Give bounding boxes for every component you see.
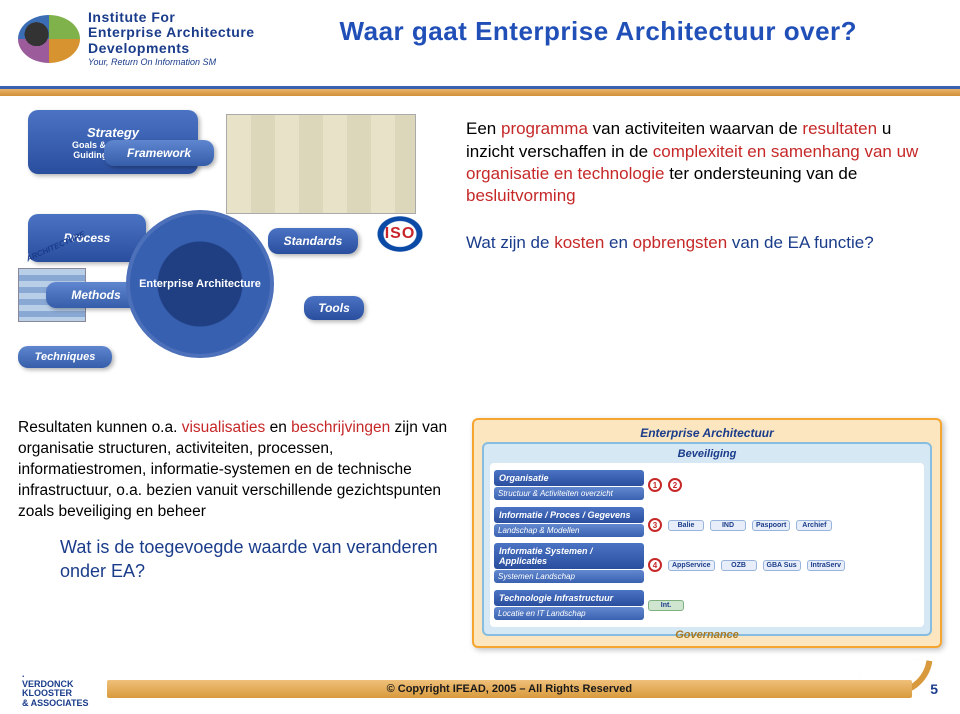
row-tech: Technologie Infrastructuur Locatie en IT…	[494, 590, 644, 620]
beveiliging-title: Beveiliging	[490, 448, 924, 460]
title-wrap: Waar gaat Enterprise Architectuur over?	[255, 10, 942, 47]
res-a: Resultaten kunnen o.a.	[18, 419, 182, 436]
row-info: Informatie / Proces / Gegevens Landschap…	[494, 507, 644, 537]
right-cells: 1 2 3 Balie IND Paspoort Archief 4 A	[648, 467, 920, 623]
lower-content: Resultaten kunnen o.a. visualisaties en …	[0, 418, 960, 648]
box-int: Int.	[648, 600, 684, 611]
institute-line3: Developments	[88, 41, 255, 56]
row-org: Organisatie Structuur & Activiteiten ove…	[494, 470, 644, 500]
box-ind: IND	[710, 520, 746, 531]
p1-a: Een	[466, 119, 501, 138]
standards-label: Standards	[284, 234, 343, 248]
vka-logo: . VERDONCK KLOOSTER & ASSOCIATES	[22, 670, 89, 708]
framework-box: Framework	[104, 140, 214, 166]
title-underline-bar	[0, 86, 960, 96]
description-text: Een programma van activiteiten waarvan d…	[458, 96, 960, 410]
iso-badge-icon: ISO	[372, 212, 428, 256]
box-gba: GBA Sus	[763, 560, 801, 571]
iso-label: ISO	[385, 225, 416, 243]
footer: . VERDONCK KLOOSTER & ASSOCIATES © Copyr…	[0, 670, 960, 708]
ea-process-diagram: Strategy Goals & Objectives Guiding Prin…	[18, 110, 448, 410]
ea-frame: Enterprise Architectuur Beveiliging Orga…	[472, 418, 942, 648]
p1-d-red: resultaten	[802, 119, 877, 138]
page-title: Waar gaat Enterprise Architectuur over?	[255, 16, 942, 47]
tech-sublabel: Locatie en IT Landschap	[494, 607, 644, 620]
box-appservice: AppService	[668, 560, 715, 571]
strategy-label: Strategy	[87, 125, 139, 140]
results-text: Resultaten kunnen o.a. visualisaties en …	[18, 418, 458, 648]
box-ozb: OZB	[721, 560, 757, 571]
box-archief: Archief	[796, 520, 832, 531]
header: Institute For Enterprise Architecture De…	[0, 0, 960, 72]
techniques-box: Techniques	[18, 346, 112, 368]
res-d-red: beschrijvingen	[291, 419, 390, 436]
paragraph-2: Wat zijn de kosten en opbrengsten van de…	[466, 232, 934, 254]
layered-architecture-diagram: Enterprise Architectuur Beveiliging Orga…	[472, 418, 942, 648]
tools-label: Tools	[318, 301, 350, 315]
cell-row-2: 3 Balie IND Paspoort Archief	[648, 513, 920, 537]
p2-c: en	[604, 233, 632, 252]
ea-center-label: Enterprise Architecture	[139, 278, 261, 290]
page-number: 5	[930, 681, 938, 697]
box-balie: Balie	[668, 520, 704, 531]
institute-logo-icon	[18, 15, 80, 63]
beveiliging-frame: Beveiliging Organisatie Structuur & Acti…	[482, 442, 932, 636]
copyright-bar: © Copyright IFEAD, 2005 – All Rights Res…	[107, 680, 913, 698]
row-labels: Organisatie Structuur & Activiteiten ove…	[494, 467, 644, 623]
org-sublabel: Structuur & Activiteiten overzicht	[494, 487, 644, 500]
institute-line2: Enterprise Architecture	[88, 25, 255, 40]
row-sys: Informatie Systemen / Applicaties System…	[494, 543, 644, 583]
framework-label: Framework	[127, 146, 191, 160]
p1-c: van activiteiten waarvan de	[588, 119, 803, 138]
framework-matrix-icon	[226, 114, 416, 214]
p1-h-red: besluitvorming	[466, 186, 576, 205]
p2-e: van de EA functie?	[727, 233, 874, 252]
sys-label: Informatie Systemen / Applicaties	[494, 543, 644, 569]
results-paragraph: Resultaten kunnen o.a. visualisaties en …	[18, 418, 458, 523]
techniques-label: Techniques	[35, 351, 96, 363]
upper-content: Strategy Goals & Objectives Guiding Prin…	[0, 96, 960, 410]
p2-d-red: opbrengsten	[633, 233, 728, 252]
inner-white: Organisatie Structuur & Activiteiten ove…	[490, 463, 924, 627]
institute-text: Institute For Enterprise Architecture De…	[88, 10, 255, 68]
box-intraserv: IntraServ	[807, 560, 845, 571]
institute-tagline: Your, Return On Information SM	[88, 58, 255, 68]
tools-box: Tools	[304, 296, 364, 320]
vka-line3: & ASSOCIATES	[22, 698, 89, 708]
institute-line1: Institute For	[88, 10, 255, 25]
badge-3: 3	[648, 518, 662, 532]
ea-circle: Enterprise Architecture	[126, 210, 274, 358]
info-sublabel: Landschap & Modellen	[494, 524, 644, 537]
p1-g: ter ondersteuning van de	[664, 164, 857, 183]
methods-label: Methods	[71, 288, 120, 302]
p2-a: Wat zijn de	[466, 233, 554, 252]
res-b-red: visualisaties	[182, 419, 266, 436]
badge-1: 1	[648, 478, 662, 492]
standards-box: Standards	[268, 228, 358, 254]
ea-frame-title: Enterprise Architectuur	[482, 426, 932, 440]
tech-label: Technologie Infrastructuur	[494, 590, 644, 606]
p2-b-red: kosten	[554, 233, 604, 252]
sys-sublabel: Systemen Landschap	[494, 570, 644, 583]
governance-label: Governance	[490, 629, 924, 641]
cell-row-3: 4 AppService OZB GBA Sus IntraServ	[648, 553, 920, 577]
cell-row-1: 1 2	[648, 473, 920, 497]
badge-2: 2	[668, 478, 682, 492]
value-question: Wat is de toegevoegde waarde van verande…	[18, 535, 458, 584]
res-c: en	[265, 419, 291, 436]
org-label: Organisatie	[494, 470, 644, 486]
box-paspoort: Paspoort	[752, 520, 790, 531]
info-label: Informatie / Proces / Gegevens	[494, 507, 644, 523]
institute-logo-block: Institute For Enterprise Architecture De…	[18, 10, 255, 68]
p1-b-red: programma	[501, 119, 588, 138]
cell-row-4: Int.	[648, 593, 920, 617]
paragraph-1: Een programma van activiteiten waarvan d…	[466, 118, 934, 208]
badge-4: 4	[648, 558, 662, 572]
